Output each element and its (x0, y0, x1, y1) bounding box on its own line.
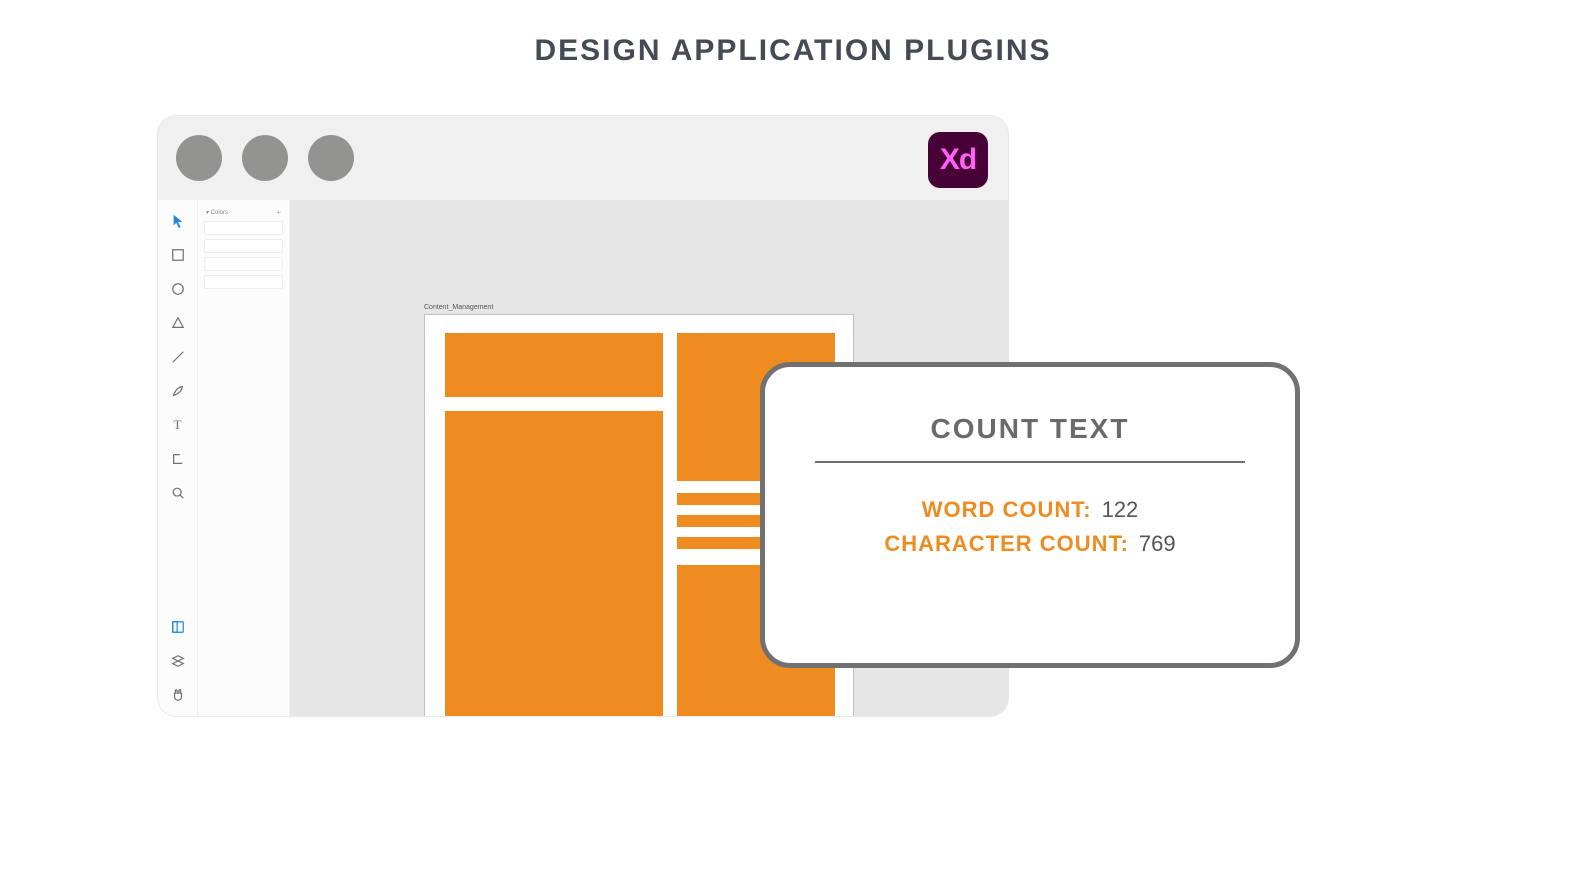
layout-block[interactable] (445, 333, 663, 397)
assets-panel-button[interactable] (167, 616, 189, 638)
count-text-popup: COUNT TEXT WORD COUNT: 122 CHARACTER COU… (760, 362, 1300, 668)
color-swatch[interactable] (204, 275, 283, 289)
assets-panel: ▾ Colors + (198, 200, 290, 716)
layers-panel-button[interactable] (167, 650, 189, 672)
ellipse-tool[interactable] (167, 278, 189, 300)
text-tool[interactable]: T (167, 414, 189, 436)
rectangle-tool[interactable] (167, 244, 189, 266)
traffic-light-minimize[interactable] (242, 135, 288, 181)
text-tool-icon: T (174, 417, 182, 433)
artboard-label[interactable]: Content_Management (424, 304, 493, 311)
character-count-label: CHARACTER COUNT: (884, 531, 1129, 557)
traffic-light-close[interactable] (176, 135, 222, 181)
color-swatch[interactable] (204, 257, 283, 271)
character-count-row: CHARACTER COUNT: 769 (815, 531, 1245, 557)
zoom-tool[interactable] (167, 482, 189, 504)
artboard-tool[interactable] (167, 448, 189, 470)
polygon-tool[interactable] (167, 312, 189, 334)
line-tool[interactable] (167, 346, 189, 368)
popup-title: COUNT TEXT (815, 413, 1245, 461)
panel-header[interactable]: ▾ Colors + (204, 206, 283, 221)
word-count-label: WORD COUNT: (922, 497, 1092, 523)
color-swatch[interactable] (204, 239, 283, 253)
pen-tool[interactable] (167, 380, 189, 402)
layout-block[interactable] (445, 411, 663, 716)
xd-logo: Xd (928, 132, 988, 188)
plugins-panel-button[interactable] (167, 684, 189, 706)
color-swatch[interactable] (204, 221, 283, 235)
word-count-row: WORD COUNT: 122 (815, 497, 1245, 523)
divider (815, 461, 1245, 463)
panel-header-label: ▾ Colors (206, 209, 228, 216)
character-count-value: 769 (1139, 531, 1176, 557)
add-icon[interactable]: + (276, 208, 281, 217)
word-count-value: 122 (1102, 497, 1139, 523)
select-tool[interactable] (167, 210, 189, 232)
tool-strip: T (158, 200, 198, 716)
page-title: DESIGN APPLICATION PLUGINS (0, 0, 1586, 68)
xd-logo-text: Xd (940, 143, 976, 177)
traffic-light-zoom[interactable] (308, 135, 354, 181)
titlebar: Xd (158, 116, 1008, 200)
